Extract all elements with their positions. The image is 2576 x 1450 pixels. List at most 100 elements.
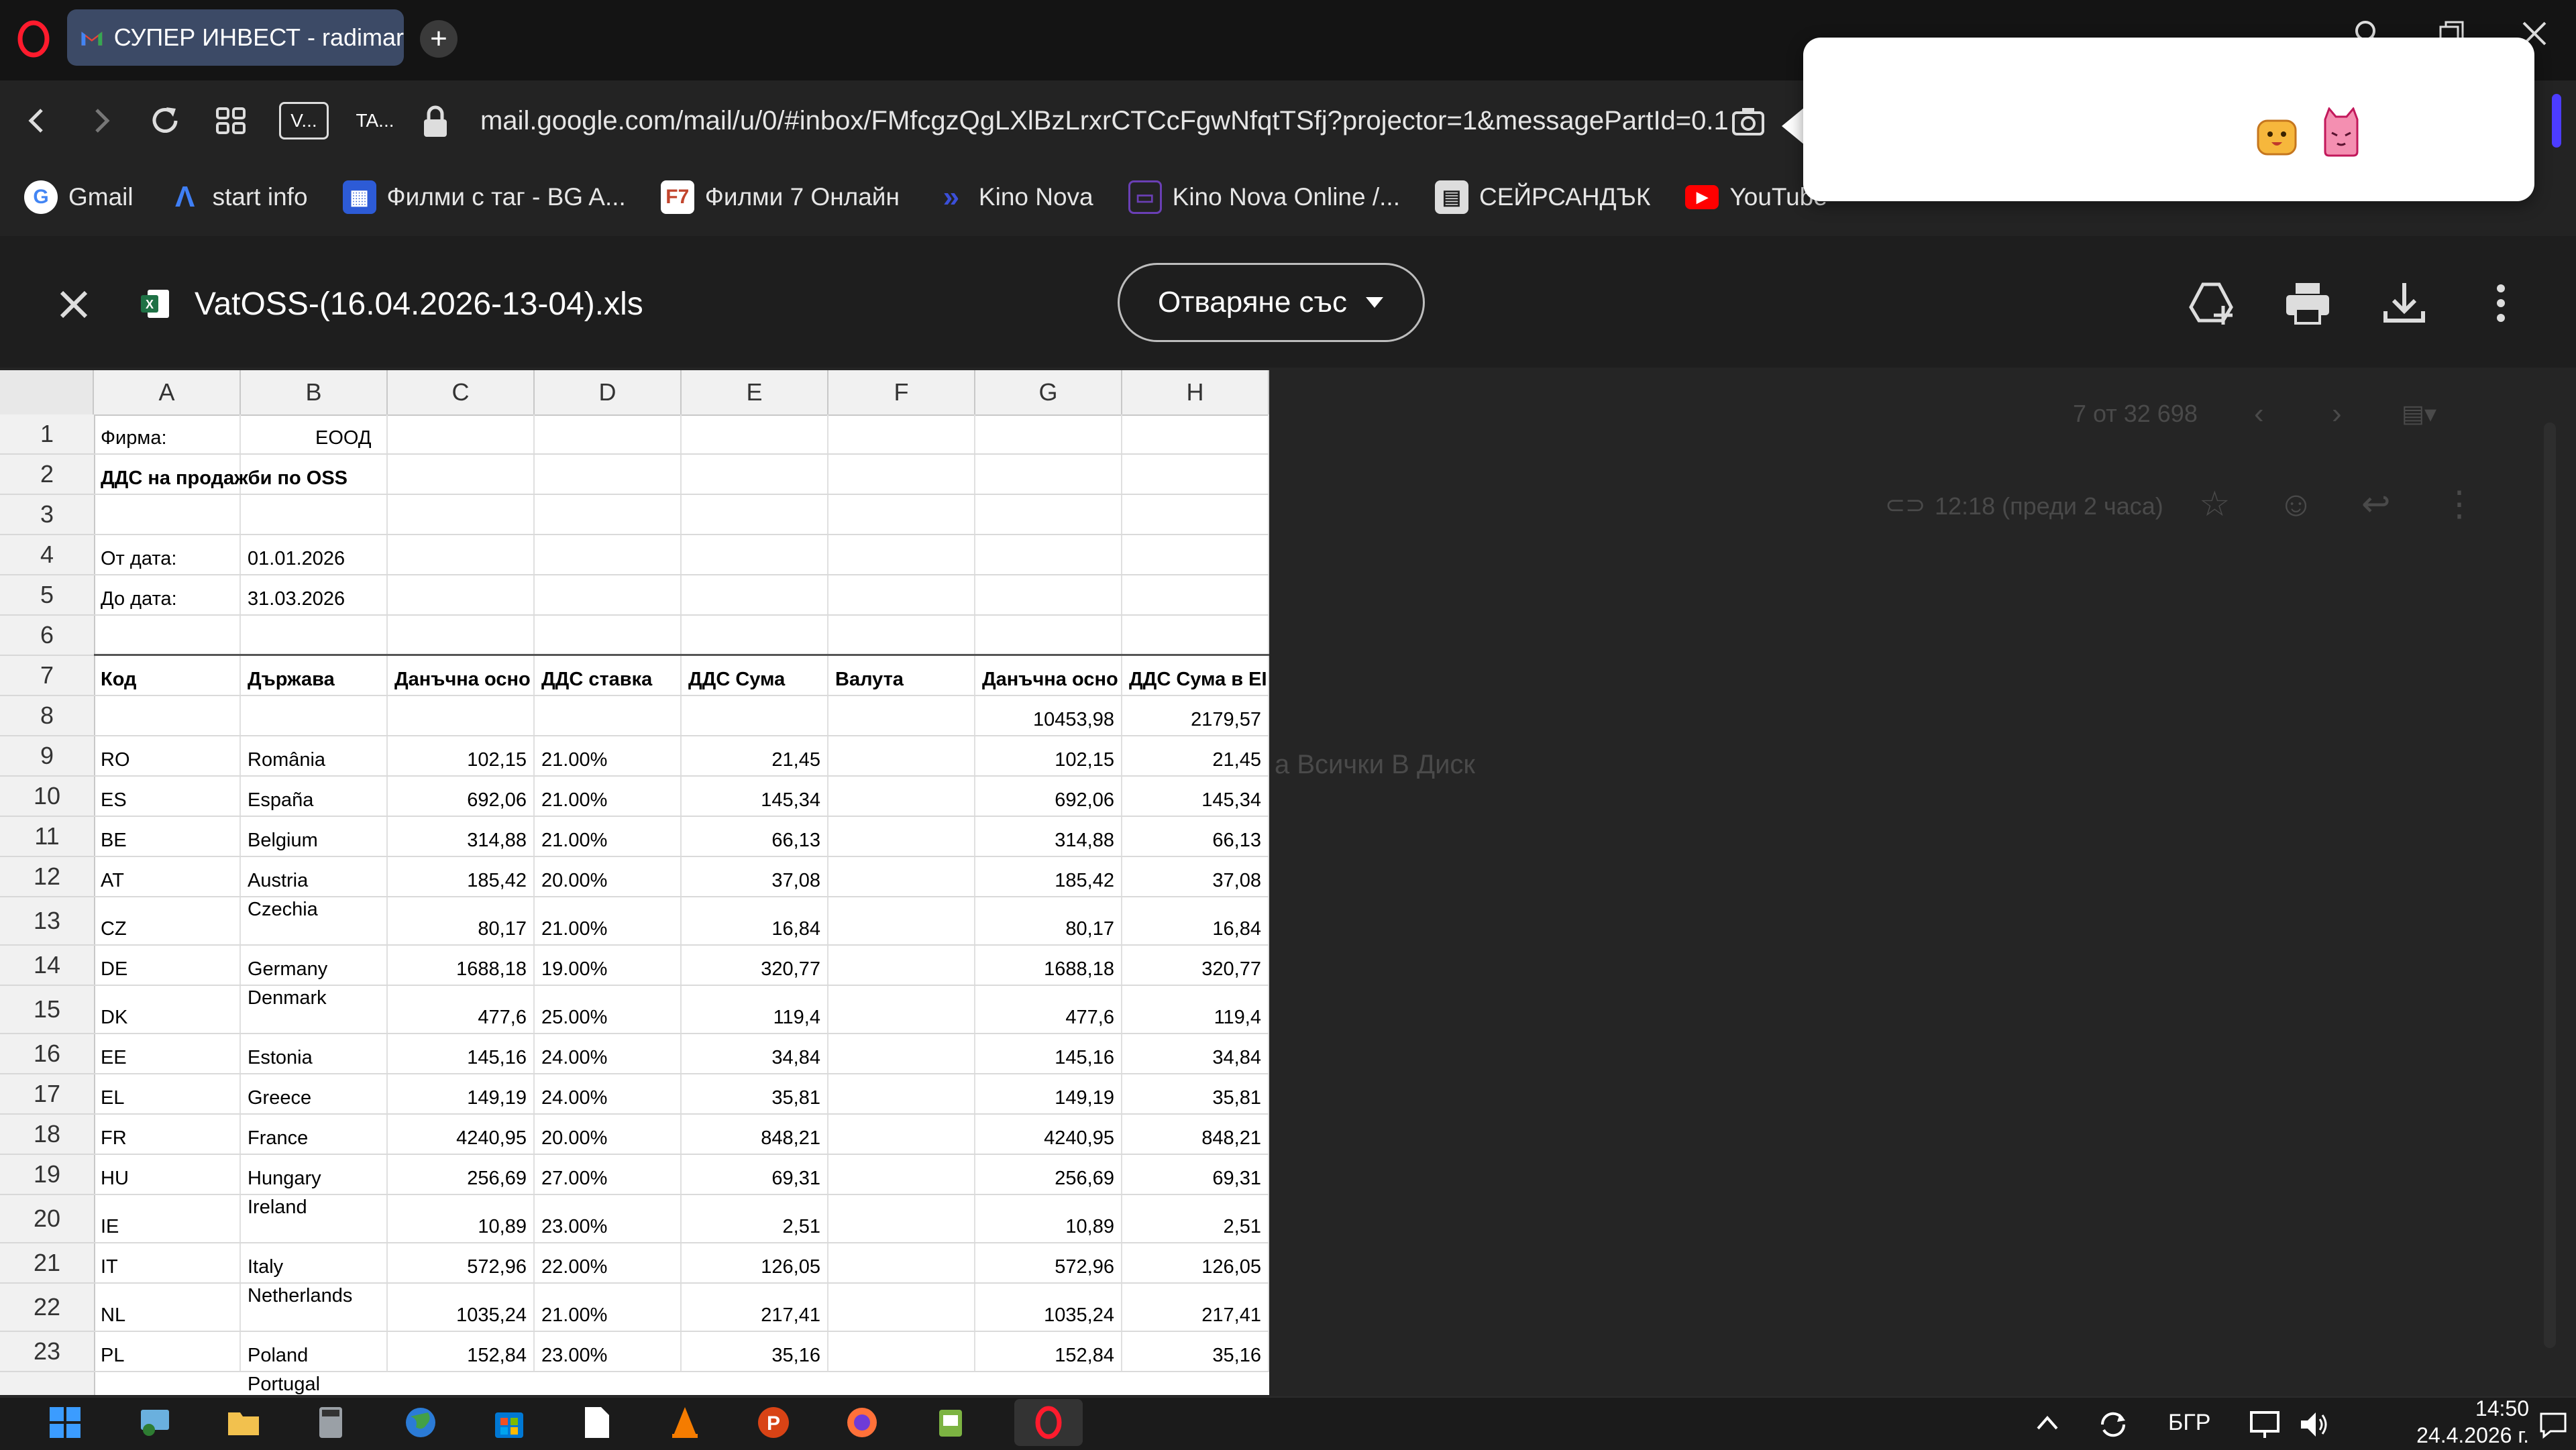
cell[interactable] [682, 696, 828, 735]
cell[interactable]: 119,4 [1122, 986, 1269, 1033]
cell[interactable] [975, 455, 1122, 494]
cell[interactable] [828, 1284, 975, 1331]
download-icon[interactable] [2379, 278, 2430, 329]
cell[interactable] [828, 414, 975, 453]
vlc-icon[interactable] [667, 1404, 703, 1441]
cell[interactable] [241, 455, 388, 494]
column-header[interactable]: F [828, 370, 975, 414]
cell[interactable] [535, 455, 682, 494]
row-number[interactable]: 6 [0, 616, 94, 656]
cell[interactable]: 152,84 [975, 1332, 1122, 1371]
cell[interactable]: 217,41 [1122, 1284, 1269, 1331]
cell[interactable] [828, 897, 975, 944]
bookmark-gmail[interactable]: G Gmail [24, 180, 133, 214]
reply-icon[interactable]: ↩ [2361, 484, 2391, 524]
row-number[interactable]: 12 [0, 857, 94, 897]
row-number[interactable]: 17 [0, 1074, 94, 1115]
row-number[interactable]: 19 [0, 1155, 94, 1195]
cell[interactable]: Poland [241, 1332, 388, 1371]
v-tab-button[interactable]: V... [279, 102, 329, 140]
smiley-sticker-icon[interactable] [2255, 115, 2298, 158]
cell[interactable] [828, 1155, 975, 1194]
active-tab[interactable]: СУПЕР ИНВЕСТ - radimar [67, 9, 404, 66]
windows-start-icon[interactable] [47, 1404, 83, 1441]
cell[interactable]: 126,05 [1122, 1243, 1269, 1282]
p-app-icon[interactable]: P [755, 1404, 792, 1441]
network-icon[interactable] [2247, 1407, 2282, 1442]
cell[interactable] [682, 616, 828, 654]
row-number[interactable]: 7 [0, 656, 94, 696]
scrollbar[interactable] [2544, 423, 2556, 1348]
cell[interactable]: Austria [241, 857, 388, 896]
cell[interactable]: 1035,24 [975, 1284, 1122, 1331]
cell[interactable]: 145,34 [1122, 777, 1269, 816]
cell[interactable]: 25.00% [535, 986, 682, 1033]
add-to-drive-icon[interactable] [2186, 278, 2237, 329]
row-number[interactable]: 14 [0, 946, 94, 986]
cell[interactable]: Denmark [241, 986, 388, 1033]
cell[interactable] [388, 616, 535, 654]
cell[interactable]: 256,69 [388, 1155, 535, 1194]
cell[interactable] [241, 696, 388, 735]
cell[interactable] [94, 696, 241, 735]
cell[interactable] [388, 495, 535, 534]
row-number[interactable]: 11 [0, 817, 94, 857]
cell[interactable]: 2,51 [1122, 1195, 1269, 1242]
cell[interactable] [975, 616, 1122, 654]
forward-icon[interactable] [82, 102, 119, 140]
cell[interactable]: 10,89 [388, 1195, 535, 1242]
cell[interactable]: NL [94, 1284, 241, 1331]
notifications-icon[interactable] [2537, 1408, 2569, 1441]
cell[interactable]: España [241, 777, 388, 816]
bookmark-filmi7[interactable]: F7 Филми 7 Онлайн [660, 180, 900, 214]
cell[interactable]: 4240,95 [388, 1115, 535, 1154]
cell[interactable]: AT [94, 857, 241, 896]
cell[interactable]: 24.00% [535, 1074, 682, 1113]
bookmark-seirsandak[interactable]: ▤ СЕЙРСАНДЪК [1434, 180, 1650, 214]
row-number[interactable]: 10 [0, 777, 94, 817]
cell[interactable]: ДДС ставка [535, 656, 682, 695]
cell[interactable]: Ireland [241, 1195, 388, 1242]
cell[interactable]: 01.01.2026 [241, 535, 388, 574]
row-number[interactable]: 15 [0, 986, 94, 1034]
email-more-icon[interactable]: ⋮ [2442, 484, 2477, 524]
row-number[interactable]: 4 [0, 535, 94, 575]
row-number[interactable]: 1 [0, 414, 94, 455]
cell[interactable]: 256,69 [975, 1155, 1122, 1194]
cell[interactable]: DK [94, 986, 241, 1033]
cell[interactable]: BE [94, 817, 241, 856]
cell[interactable] [828, 1034, 975, 1073]
print-icon[interactable] [2282, 278, 2333, 329]
cell[interactable] [828, 777, 975, 816]
cell[interactable]: Код [94, 656, 241, 695]
cell[interactable]: Greece [241, 1074, 388, 1113]
cell[interactable] [828, 986, 975, 1033]
cell[interactable]: 37,08 [1122, 857, 1269, 896]
cell[interactable] [535, 535, 682, 574]
cell[interactable]: Hungary [241, 1155, 388, 1194]
document-icon[interactable] [578, 1404, 614, 1441]
cell[interactable]: 19.00% [535, 946, 682, 985]
cell[interactable]: 21,45 [682, 736, 828, 775]
cell[interactable]: EE [94, 1034, 241, 1073]
keyboard-language[interactable]: БГР [2168, 1410, 2210, 1436]
cell[interactable]: Estonia [241, 1034, 388, 1073]
cell[interactable]: 21.00% [535, 897, 682, 944]
cell[interactable]: 21,45 [1122, 736, 1269, 775]
cell[interactable]: Netherlands [241, 1284, 388, 1331]
next-message-icon[interactable]: › [2332, 397, 2342, 431]
cell[interactable]: 69,31 [682, 1155, 828, 1194]
cell[interactable]: Държава [241, 656, 388, 695]
cell[interactable]: 35,81 [1122, 1074, 1269, 1113]
cell[interactable]: 21.00% [535, 817, 682, 856]
row-number[interactable]: 3 [0, 495, 94, 535]
cell[interactable]: ДДС Сума [682, 656, 828, 695]
camera-icon[interactable] [1731, 105, 1766, 137]
cell[interactable] [975, 495, 1122, 534]
row-number[interactable]: 20 [0, 1195, 94, 1243]
cell[interactable] [535, 575, 682, 614]
bookmark-kino-nova-online[interactable]: ▭ Kino Nova Online /... [1128, 180, 1400, 214]
column-header[interactable]: A [94, 370, 241, 414]
cell[interactable]: 16,84 [682, 897, 828, 944]
file-explorer-icon[interactable] [225, 1404, 262, 1441]
